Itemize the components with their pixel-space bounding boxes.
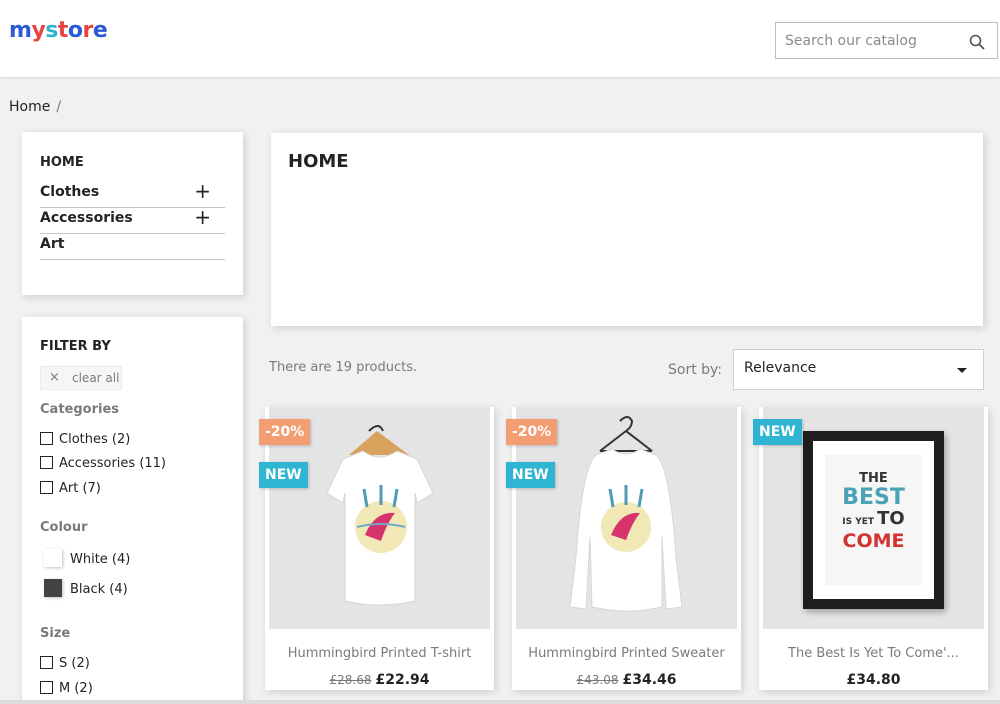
filter-checkbox-size-s[interactable]: S (2) (40, 656, 90, 671)
category-item-accessories[interactable]: Accessories + (40, 207, 225, 234)
product-card-tshirt[interactable]: -20% NEW Hummingbird Printed T-shirt £28… (259, 407, 494, 690)
filter-checkbox-art[interactable]: Art (7) (40, 481, 101, 496)
product-card-sweater[interactable]: -20% NEW Hummingbird Printed Sweater £43… (506, 407, 741, 690)
filter-title: FILTER BY (40, 339, 111, 354)
filter-checkbox-size-m[interactable]: M (2) (40, 681, 93, 696)
caret-down-icon (957, 368, 967, 373)
filter-colour-white[interactable]: White (4) (44, 549, 130, 567)
new-badge: NEW (506, 462, 555, 488)
faceted-filters: FILTER BY × clear all Categories Clothes… (22, 317, 243, 704)
facet-title-size: Size (40, 626, 71, 641)
expand-icon[interactable]: + (194, 207, 211, 227)
page-bottom-edge (0, 700, 1000, 704)
category-tree: HOME Clothes + Accessories + Art (22, 132, 243, 295)
product-prices: £28.68 £22.94 (265, 669, 494, 688)
discount-badge: -20% (506, 419, 558, 445)
sort-value: Relevance (744, 360, 817, 376)
facet-title-colour: Colour (40, 520, 88, 535)
search-input[interactable] (776, 23, 956, 58)
product-count: There are 19 products. (269, 360, 418, 375)
breadcrumb-separator: / (56, 99, 62, 115)
product-prices: £34.80 (759, 669, 988, 688)
sort-label: Sort by: (668, 362, 723, 378)
poster-artwork: THE BEST IS YET TO COME (825, 455, 922, 585)
colour-swatch[interactable] (44, 579, 62, 597)
price: £34.46 (622, 672, 677, 688)
regular-price: £28.68 (329, 673, 372, 687)
discount-badge: -20% (259, 419, 311, 445)
category-label[interactable]: Clothes (40, 184, 99, 200)
checkbox[interactable] (40, 432, 53, 445)
regular-price: £43.08 (576, 673, 619, 687)
new-badge: NEW (753, 419, 802, 445)
checkbox[interactable] (40, 656, 53, 669)
price: £22.94 (375, 672, 430, 688)
close-icon: × (49, 370, 60, 385)
facet-title-categories: Categories (40, 402, 120, 417)
product-name[interactable]: Hummingbird Printed T-shirt (265, 646, 494, 661)
product-prices: £43.08 £34.46 (512, 669, 741, 688)
category-tree-title[interactable]: HOME (40, 155, 84, 170)
filter-checkbox-clothes[interactable]: Clothes (2) (40, 432, 130, 447)
filter-checkbox-accessories[interactable]: Accessories (11) (40, 456, 166, 471)
checkbox[interactable] (40, 456, 53, 469)
breadcrumb: Home / (9, 99, 61, 115)
new-badge: NEW (259, 462, 308, 488)
poster-frame: THE BEST IS YET TO COME (803, 431, 944, 609)
price: £34.80 (846, 672, 901, 688)
search-box (775, 22, 998, 59)
page-title: HOME (288, 151, 349, 172)
category-label[interactable]: Art (40, 236, 64, 252)
clear-all-button[interactable]: × clear all (40, 366, 122, 390)
expand-icon[interactable]: + (194, 181, 211, 201)
site-header: my store (0, 0, 1000, 78)
checkbox[interactable] (40, 481, 53, 494)
clear-all-label: clear all (72, 371, 120, 385)
product-card-poster[interactable]: THE BEST IS YET TO COME NEW The Best Is … (753, 407, 988, 690)
product-name[interactable]: Hummingbird Printed Sweater (512, 646, 741, 661)
category-header: HOME (271, 133, 983, 326)
product-name[interactable]: The Best Is Yet To Come'... (759, 646, 988, 661)
colour-swatch[interactable] (44, 549, 62, 567)
filter-colour-black[interactable]: Black (4) (44, 579, 128, 597)
category-label[interactable]: Accessories (40, 210, 133, 226)
search-icon[interactable] (969, 34, 985, 50)
category-item-art[interactable]: Art (40, 234, 225, 260)
sort-dropdown[interactable]: Relevance (733, 349, 984, 390)
checkbox[interactable] (40, 681, 53, 694)
store-logo[interactable]: my store (9, 18, 108, 43)
breadcrumb-home-link[interactable]: Home (9, 99, 50, 115)
